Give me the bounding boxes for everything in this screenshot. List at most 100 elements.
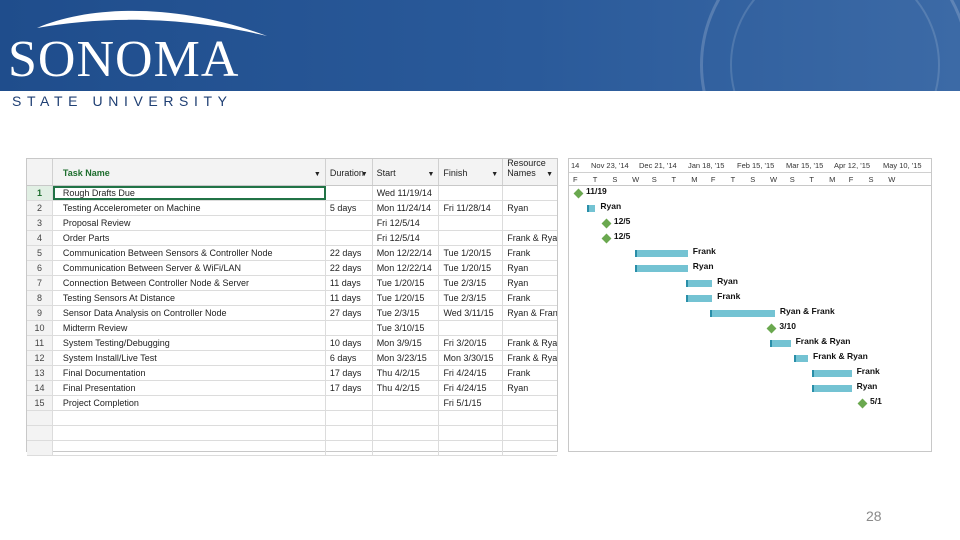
empty-cell[interactable] (326, 411, 373, 425)
start-cell[interactable]: Fri 12/5/14 (373, 216, 440, 230)
start-cell[interactable]: Wed 11/19/14 (373, 186, 440, 200)
table-row[interactable]: 5 Communication Between Sensors & Control… (27, 246, 557, 261)
resources-cell[interactable]: Ryan (503, 381, 557, 395)
empty-row[interactable] (27, 411, 557, 426)
finish-cell[interactable] (439, 186, 504, 200)
start-cell[interactable] (373, 396, 440, 410)
task-name-cell[interactable]: Communication Between Server & WiFi/LAN (53, 261, 326, 275)
table-row[interactable]: 1 Rough Drafts Due Wed 11/19/14 (27, 186, 557, 201)
resources-cell[interactable]: Frank & Ryan (503, 351, 557, 365)
task-name-cell[interactable]: Testing Accelerometer on Machine (53, 201, 326, 215)
empty-row[interactable] (27, 441, 557, 456)
row-id[interactable]: 10 (27, 321, 53, 335)
start-cell[interactable]: Thu 4/2/15 (373, 366, 440, 380)
finish-cell[interactable]: Fri 4/24/15 (439, 366, 504, 380)
start-cell[interactable]: Mon 3/23/15 (373, 351, 440, 365)
start-cell[interactable]: Tue 2/3/15 (373, 306, 440, 320)
dropdown-icon[interactable]: ▼ (546, 171, 553, 178)
milestone-marker[interactable] (601, 218, 612, 229)
duration-cell[interactable] (326, 186, 373, 200)
table-row[interactable]: 9 Sensor Data Analysis on Controller Node… (27, 306, 557, 321)
table-row[interactable]: 10 Midterm Review Tue 3/10/15 (27, 321, 557, 336)
resources-cell[interactable]: Ryan (503, 201, 557, 215)
empty-cell[interactable] (53, 411, 326, 425)
finish-cell[interactable]: Tue 1/20/15 (439, 246, 504, 260)
row-id[interactable]: 4 (27, 231, 53, 245)
table-row[interactable]: 11 System Testing/Debugging 10 days Mon 3/9… (27, 336, 557, 351)
row-id[interactable]: 8 (27, 291, 53, 305)
task-name-cell[interactable]: Communication Between Sensors & Controll… (53, 246, 326, 260)
col-duration[interactable]: Duration ▼ (326, 159, 373, 185)
finish-cell[interactable]: Tue 1/20/15 (439, 261, 504, 275)
gantt-bar[interactable] (586, 205, 596, 212)
empty-cell[interactable] (503, 426, 557, 440)
empty-cell[interactable] (53, 441, 326, 455)
row-id[interactable]: 1 (27, 186, 53, 200)
duration-cell[interactable]: 6 days (326, 351, 373, 365)
resources-cell[interactable] (503, 186, 557, 200)
row-id[interactable]: 13 (27, 366, 53, 380)
task-name-cell[interactable]: Connection Between Controller Node & Ser… (53, 276, 326, 290)
table-row[interactable]: 2 Testing Accelerometer on Machine 5 days M… (27, 201, 557, 216)
task-name-cell[interactable]: Testing Sensors At Distance (53, 291, 326, 305)
finish-cell[interactable]: Fri 4/24/15 (439, 381, 504, 395)
resources-cell[interactable] (503, 321, 557, 335)
empty-cell[interactable] (439, 411, 504, 425)
resources-cell[interactable]: Ryan & Frank (503, 306, 557, 320)
start-cell[interactable]: Mon 11/24/14 (373, 201, 440, 215)
resources-cell[interactable]: Frank (503, 366, 557, 380)
start-cell[interactable]: Tue 3/10/15 (373, 321, 440, 335)
empty-cell[interactable] (503, 411, 557, 425)
table-row[interactable]: 8 Testing Sensors At Distance 11 days Tue 1… (27, 291, 557, 306)
finish-cell[interactable]: Fri 5/1/15 (439, 396, 504, 410)
task-name-cell[interactable]: Proposal Review (53, 216, 326, 230)
gantt-bar[interactable] (635, 265, 688, 272)
empty-cell[interactable] (326, 426, 373, 440)
start-cell[interactable]: Mon 3/9/15 (373, 336, 440, 350)
empty-cell[interactable] (373, 441, 440, 455)
row-id[interactable]: 11 (27, 336, 53, 350)
row-id[interactable]: 6 (27, 261, 53, 275)
duration-cell[interactable]: 22 days (326, 246, 373, 260)
gantt-bar[interactable] (769, 340, 791, 347)
empty-row[interactable] (27, 426, 557, 441)
row-id[interactable]: 2 (27, 201, 53, 215)
empty-cell[interactable] (27, 411, 53, 425)
row-id[interactable]: 15 (27, 396, 53, 410)
row-id[interactable]: 14 (27, 381, 53, 395)
finish-cell[interactable] (439, 231, 504, 245)
empty-cell[interactable] (27, 426, 53, 440)
finish-cell[interactable] (439, 216, 504, 230)
col-start[interactable]: Start ▼ (373, 159, 440, 185)
empty-cell[interactable] (373, 411, 440, 425)
start-cell[interactable]: Tue 1/20/15 (373, 291, 440, 305)
finish-cell[interactable] (439, 321, 504, 335)
empty-cell[interactable] (439, 441, 504, 455)
empty-cell[interactable] (373, 426, 440, 440)
row-id[interactable]: 9 (27, 306, 53, 320)
dropdown-icon[interactable]: ▼ (361, 171, 368, 178)
start-cell[interactable]: Mon 12/22/14 (373, 261, 440, 275)
start-cell[interactable]: Tue 1/20/15 (373, 276, 440, 290)
empty-cell[interactable] (27, 441, 53, 455)
resources-cell[interactable]: Frank & Ryan (503, 231, 557, 245)
resources-cell[interactable]: Frank & Ryan (503, 336, 557, 350)
milestone-marker[interactable] (601, 233, 612, 244)
task-name-cell[interactable]: Sensor Data Analysis on Controller Node (53, 306, 326, 320)
start-cell[interactable]: Fri 12/5/14 (373, 231, 440, 245)
task-name-cell[interactable]: Project Completion (53, 396, 326, 410)
table-row[interactable]: 15 Project Completion Fri 5/1/15 (27, 396, 557, 411)
milestone-marker[interactable] (573, 188, 584, 199)
empty-cell[interactable] (439, 426, 504, 440)
start-cell[interactable]: Mon 12/22/14 (373, 246, 440, 260)
gantt-bar[interactable] (686, 280, 713, 287)
task-name-cell[interactable]: Order Parts (53, 231, 326, 245)
table-row[interactable]: 12 System Install/Live Test 6 days Mon 3/23… (27, 351, 557, 366)
duration-cell[interactable] (326, 216, 373, 230)
empty-cell[interactable] (53, 426, 326, 440)
table-row[interactable]: 14 Final Presentation 17 days Thu 4/2/15 Fri… (27, 381, 557, 396)
resources-cell[interactable] (503, 216, 557, 230)
dropdown-icon[interactable]: ▼ (314, 171, 321, 178)
task-name-cell[interactable]: System Testing/Debugging (53, 336, 326, 350)
duration-cell[interactable]: 10 days (326, 336, 373, 350)
